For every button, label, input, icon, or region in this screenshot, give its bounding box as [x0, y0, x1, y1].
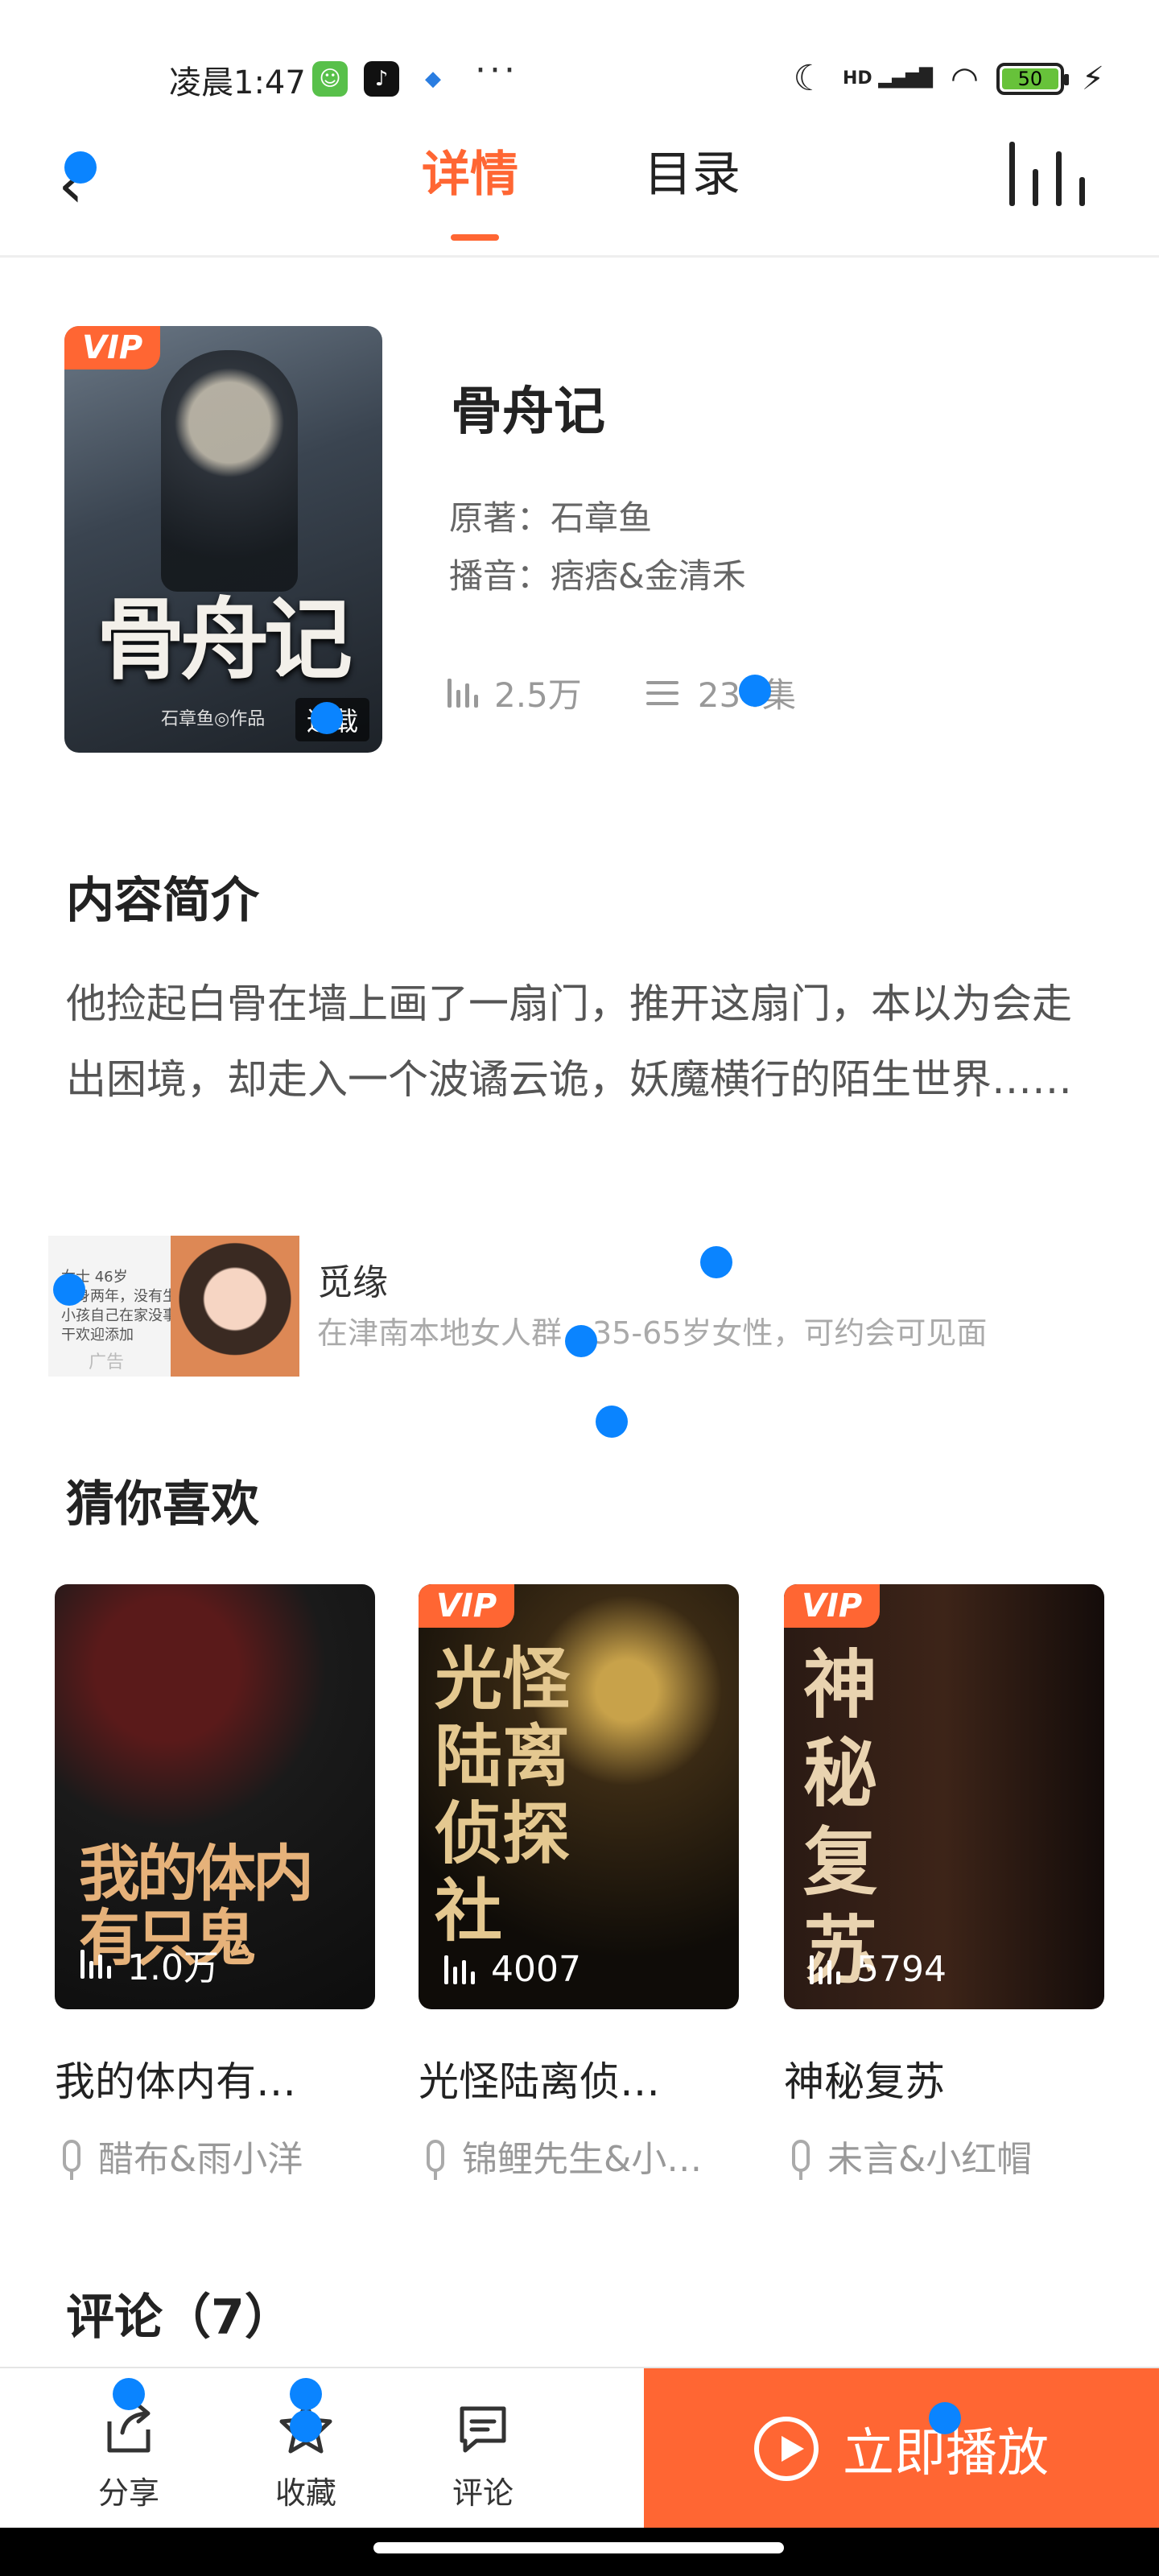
recommend-anchor: 醋布&雨小洋: [55, 2130, 375, 2182]
charging-icon: ⚡: [1081, 60, 1104, 97]
recommend-title: 神秘复苏: [784, 2058, 945, 2105]
recommend-card[interactable]: 神秘复苏 VIP 5794 神秘复苏 未言&小红帽: [784, 1584, 1104, 2182]
recommend-card[interactable]: 我的体内有只鬼 1.0万 我的体内有… 醋布&雨小洋: [55, 1584, 375, 2182]
battery-level: 50: [1001, 68, 1058, 90]
ad-description: 在津南本地女人群，35-65岁女性，可约会可见面: [317, 1315, 988, 1351]
touch-indicator: [596, 1406, 628, 1438]
tab-catalog[interactable]: 目录: [644, 135, 740, 205]
status-time: 凌晨1:47: [169, 64, 306, 101]
intro-heading: 内容简介: [66, 873, 259, 929]
play-now-button[interactable]: 立即播放: [644, 2368, 1159, 2529]
play-icon: [754, 2417, 819, 2481]
ad-thumbnail: 女士 46岁 单身两年，没有生小孩自己在家没事干欢迎添加 广告: [48, 1236, 299, 1377]
recommend-anchor: 锦鲤先生&小…: [419, 2130, 739, 2182]
recommend-plays: 1.0万: [80, 1938, 219, 1990]
bird-app-icon: ◆: [415, 61, 451, 97]
comments-heading: 评论（7）: [66, 2289, 293, 2346]
ad-photo: [171, 1236, 299, 1377]
recommend-card[interactable]: 光怪陆离侦探社 VIP 4007 光怪陆离侦… 锦鲤先生&小…: [419, 1584, 739, 2182]
recommend-play-count: 5794: [856, 1949, 947, 1990]
recommend-plays: 5794: [810, 1949, 947, 1990]
bottom-action-bar: 分享 收藏 评论 立即播放: [0, 2367, 1159, 2529]
touch-indicator: [53, 1274, 85, 1306]
touch-indicator: [311, 702, 343, 734]
share-button[interactable]: 分享: [72, 2397, 185, 2512]
recommend-cover: 光怪陆离侦探社 VIP 4007: [419, 1584, 739, 2009]
vip-badge: VIP: [419, 1584, 515, 1628]
favorite-label: 收藏: [274, 2475, 336, 2511]
play-count-icon: [810, 1955, 840, 1984]
now-playing-icon[interactable]: [1009, 142, 1085, 206]
recommend-anchor-name: 锦鲤先生&小…: [462, 2139, 703, 2180]
play-count: 2.5万: [494, 675, 582, 715]
share-label: 分享: [97, 2475, 159, 2511]
intro-text[interactable]: 他捡起白骨在墙上画了一扇门，推开这扇门，本以为会走出困境，却走入一个波谲云诡，妖…: [66, 966, 1104, 1117]
touch-indicator: [929, 2402, 961, 2434]
cover-artwork: [161, 350, 298, 592]
microphone-icon: [792, 2140, 810, 2180]
comment-icon: [452, 2397, 514, 2458]
recommend-anchor-name: 未言&小红帽: [827, 2139, 1033, 2180]
touch-indicator: [739, 675, 771, 707]
comment-label: 评论: [452, 2475, 514, 2511]
book-title: 骨舟记: [451, 382, 605, 442]
touch-indicator: [700, 1246, 732, 1278]
recommend-cover: 我的体内有只鬼 1.0万: [55, 1584, 375, 2009]
ad-name: 觅缘: [317, 1262, 388, 1303]
recommend-play-count: 1.0万: [127, 1947, 219, 1988]
recommend-heading: 猜你喜欢: [66, 1476, 259, 1533]
play-count-icon: [448, 678, 478, 708]
comment-button[interactable]: 评论: [427, 2397, 539, 2512]
tab-details[interactable]: 详情: [422, 135, 518, 241]
book-narrator[interactable]: 播音：痞痞&金清禾: [449, 549, 746, 598]
recommend-anchor: 未言&小红帽: [784, 2130, 1104, 2182]
tiktok-app-icon: ♪: [364, 61, 399, 97]
play-count-icon: [444, 1955, 475, 1984]
gesture-bar: [0, 2528, 1159, 2576]
vip-badge: VIP: [784, 1584, 881, 1628]
battery-icon: 50: [996, 62, 1069, 95]
touch-indicator: [113, 2378, 145, 2410]
cover-author-art: 石章鱼◎作品: [161, 709, 266, 729]
book-author: 原著：石章鱼: [449, 498, 653, 538]
signal-icon: HD ▂▄▆█: [842, 68, 933, 89]
recommend-anchor-name: 醋布&雨小洋: [98, 2139, 303, 2180]
microphone-icon: [63, 2140, 80, 2180]
wifi-icon: ◠: [951, 60, 979, 97]
cover-art-text: 光怪陆离侦探社: [435, 1639, 571, 1951]
cover-art-text: 神秘复苏: [803, 1641, 878, 1994]
touch-indicator: [565, 1325, 597, 1357]
top-nav: ‹ 详情 目录: [0, 121, 1159, 258]
book-cover[interactable]: 骨舟记 石章鱼◎作品 连载 VIP: [64, 326, 382, 753]
android-app-icon: ☺: [312, 61, 348, 97]
moon-icon: ☾: [793, 58, 825, 99]
home-indicator[interactable]: [373, 2542, 784, 2553]
recommend-title: 光怪陆离侦…: [419, 2058, 660, 2105]
network-type: HD: [842, 68, 872, 89]
recommend-plays: 4007: [444, 1949, 581, 1990]
microphone-icon: [427, 2140, 444, 2180]
vip-badge: VIP: [64, 326, 161, 369]
recommend-title: 我的体内有…: [55, 2058, 296, 2105]
more-notifications-icon: ···: [475, 50, 518, 91]
recommend-play-count: 4007: [491, 1949, 581, 1990]
play-count-icon: [80, 1950, 111, 1979]
recommend-cover: 神秘复苏 VIP 5794: [784, 1584, 1104, 2009]
touch-indicator: [290, 2378, 322, 2410]
touch-indicator: [290, 2410, 322, 2442]
touch-indicator: [64, 151, 97, 184]
episodes-icon: [645, 680, 678, 705]
ad-tag: 广告: [89, 1352, 125, 1373]
cover-title-art: 骨舟记: [97, 588, 353, 691]
